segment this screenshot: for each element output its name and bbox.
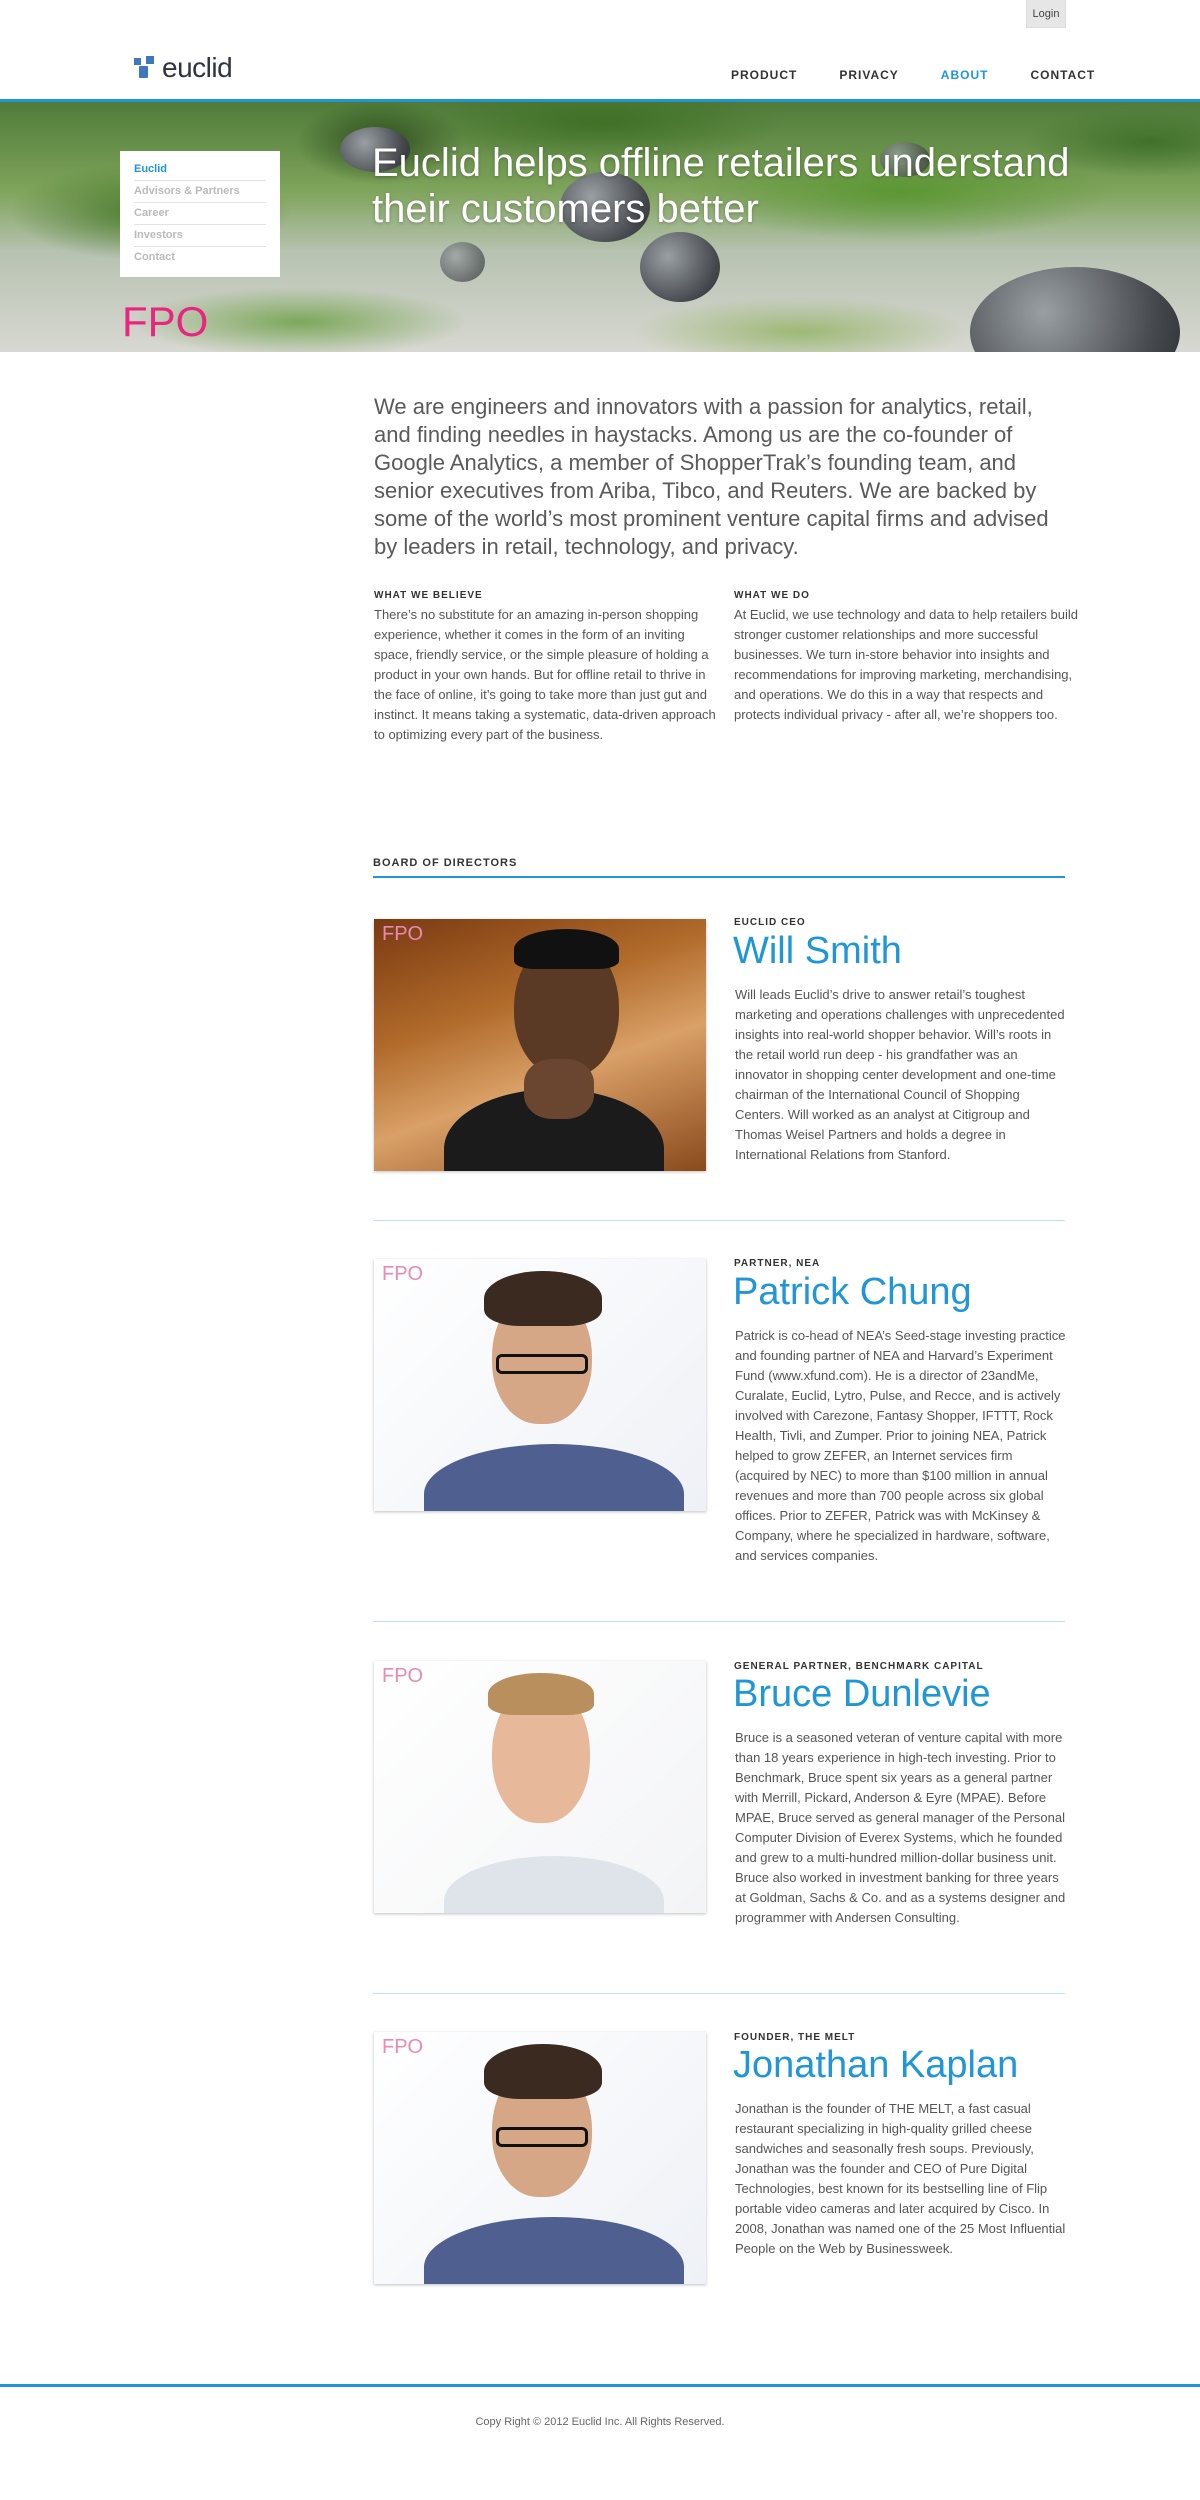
- portrait-hand: [524, 1059, 594, 1119]
- what-we-do-body: At Euclid, we use technology and data to…: [734, 607, 1078, 722]
- nav-contact[interactable]: CONTACT: [1030, 68, 1095, 82]
- login-button[interactable]: Login: [1026, 0, 1066, 28]
- what-we-believe-heading: WHAT WE BELIEVE: [374, 590, 483, 601]
- portrait-hair: [484, 2044, 602, 2099]
- euclid-logo-icon: [134, 56, 156, 80]
- logo-text: euclid: [162, 52, 233, 83]
- member-bio: Will leads Euclid’s drive to answer reta…: [735, 987, 1065, 1162]
- sidenav-euclid[interactable]: Euclid: [134, 159, 266, 181]
- member-bio: Patrick is co-head of NEA’s Seed-stage i…: [735, 1328, 1066, 1563]
- member-name: Patrick Chung: [733, 1271, 972, 1313]
- what-we-believe-body: There’s no substitute for an amazing in-…: [374, 607, 716, 742]
- what-we-believe: WHAT WE BELIEVE There’s no substitute fo…: [374, 590, 719, 745]
- sidenav-career[interactable]: Career: [134, 203, 266, 225]
- member-separator: [373, 1621, 1065, 1622]
- portrait-hair: [484, 1271, 602, 1326]
- nav-about[interactable]: ABOUT: [941, 68, 989, 82]
- portrait-glasses: [496, 2127, 588, 2147]
- euclid-logo[interactable]: euclid: [134, 52, 233, 84]
- what-we-do: WHAT WE DO At Euclid, we use technology …: [734, 590, 1079, 725]
- portrait-glasses: [496, 1354, 588, 1374]
- photo-fpo-label: FPO: [382, 923, 424, 945]
- board-rule: [373, 876, 1065, 878]
- member-separator: [373, 1993, 1065, 1994]
- intro-text: We are engineers and innovators with a p…: [374, 394, 1049, 559]
- member-role: EUCLID CEO: [734, 917, 806, 928]
- hero-fpo-label: FPO: [122, 298, 209, 345]
- member-role: PARTNER, NEA: [734, 1258, 821, 1269]
- nav-product[interactable]: PRODUCT: [731, 68, 797, 82]
- nav-privacy[interactable]: PRIVACY: [839, 68, 898, 82]
- member-name: Jonathan Kaplan: [733, 2044, 1019, 2086]
- member-photo: FPO: [374, 1259, 706, 1511]
- hero-rock: [640, 232, 720, 302]
- board-heading: BOARD OF DIRECTORS: [373, 857, 518, 869]
- hero-rock: [440, 242, 485, 282]
- footer-rule: [0, 2384, 1200, 2387]
- portrait-body: [424, 1444, 684, 1511]
- photo-fpo-label: FPO: [382, 1665, 424, 1687]
- photo-fpo-label: FPO: [382, 1263, 424, 1285]
- member-role: GENERAL PARTNER, BENCHMARK CAPITAL: [734, 1661, 984, 1672]
- hero-rock: [970, 267, 1180, 352]
- portrait-body: [444, 1856, 664, 1913]
- main-nav: PRODUCT PRIVACY ABOUT CONTACT: [731, 68, 1095, 82]
- hero-title: Euclid helps offline retailers understan…: [372, 141, 1070, 231]
- member-name: Will Smith: [733, 930, 902, 972]
- member-bio: Bruce is a seasoned veteran of venture c…: [735, 1730, 1066, 1925]
- portrait-hair: [514, 929, 619, 969]
- member-role: FOUNDER, THE MELT: [734, 2032, 856, 2043]
- footer-copyright: Copy Right © 2012 Euclid Inc. All Rights…: [475, 2416, 725, 2428]
- member-photo: FPO: [374, 919, 706, 1171]
- portrait-body: [424, 2217, 684, 2284]
- sidenav-investors[interactable]: Investors: [134, 225, 266, 247]
- member-separator: [373, 1220, 1065, 1221]
- about-sidenav: Euclid Advisors & Partners Career Invest…: [120, 151, 280, 277]
- member-name: Bruce Dunlevie: [733, 1673, 991, 1715]
- portrait-hair: [488, 1673, 594, 1715]
- sidenav-contact[interactable]: Contact: [134, 247, 266, 269]
- member-bio: Jonathan is the founder of THE MELT, a f…: [735, 2101, 1066, 2256]
- member-photo: FPO: [374, 2032, 706, 2284]
- photo-fpo-label: FPO: [382, 2036, 424, 2058]
- sidenav-advisors-partners[interactable]: Advisors & Partners: [134, 181, 266, 203]
- member-photo: FPO: [374, 1661, 706, 1913]
- what-we-do-heading: WHAT WE DO: [734, 590, 810, 601]
